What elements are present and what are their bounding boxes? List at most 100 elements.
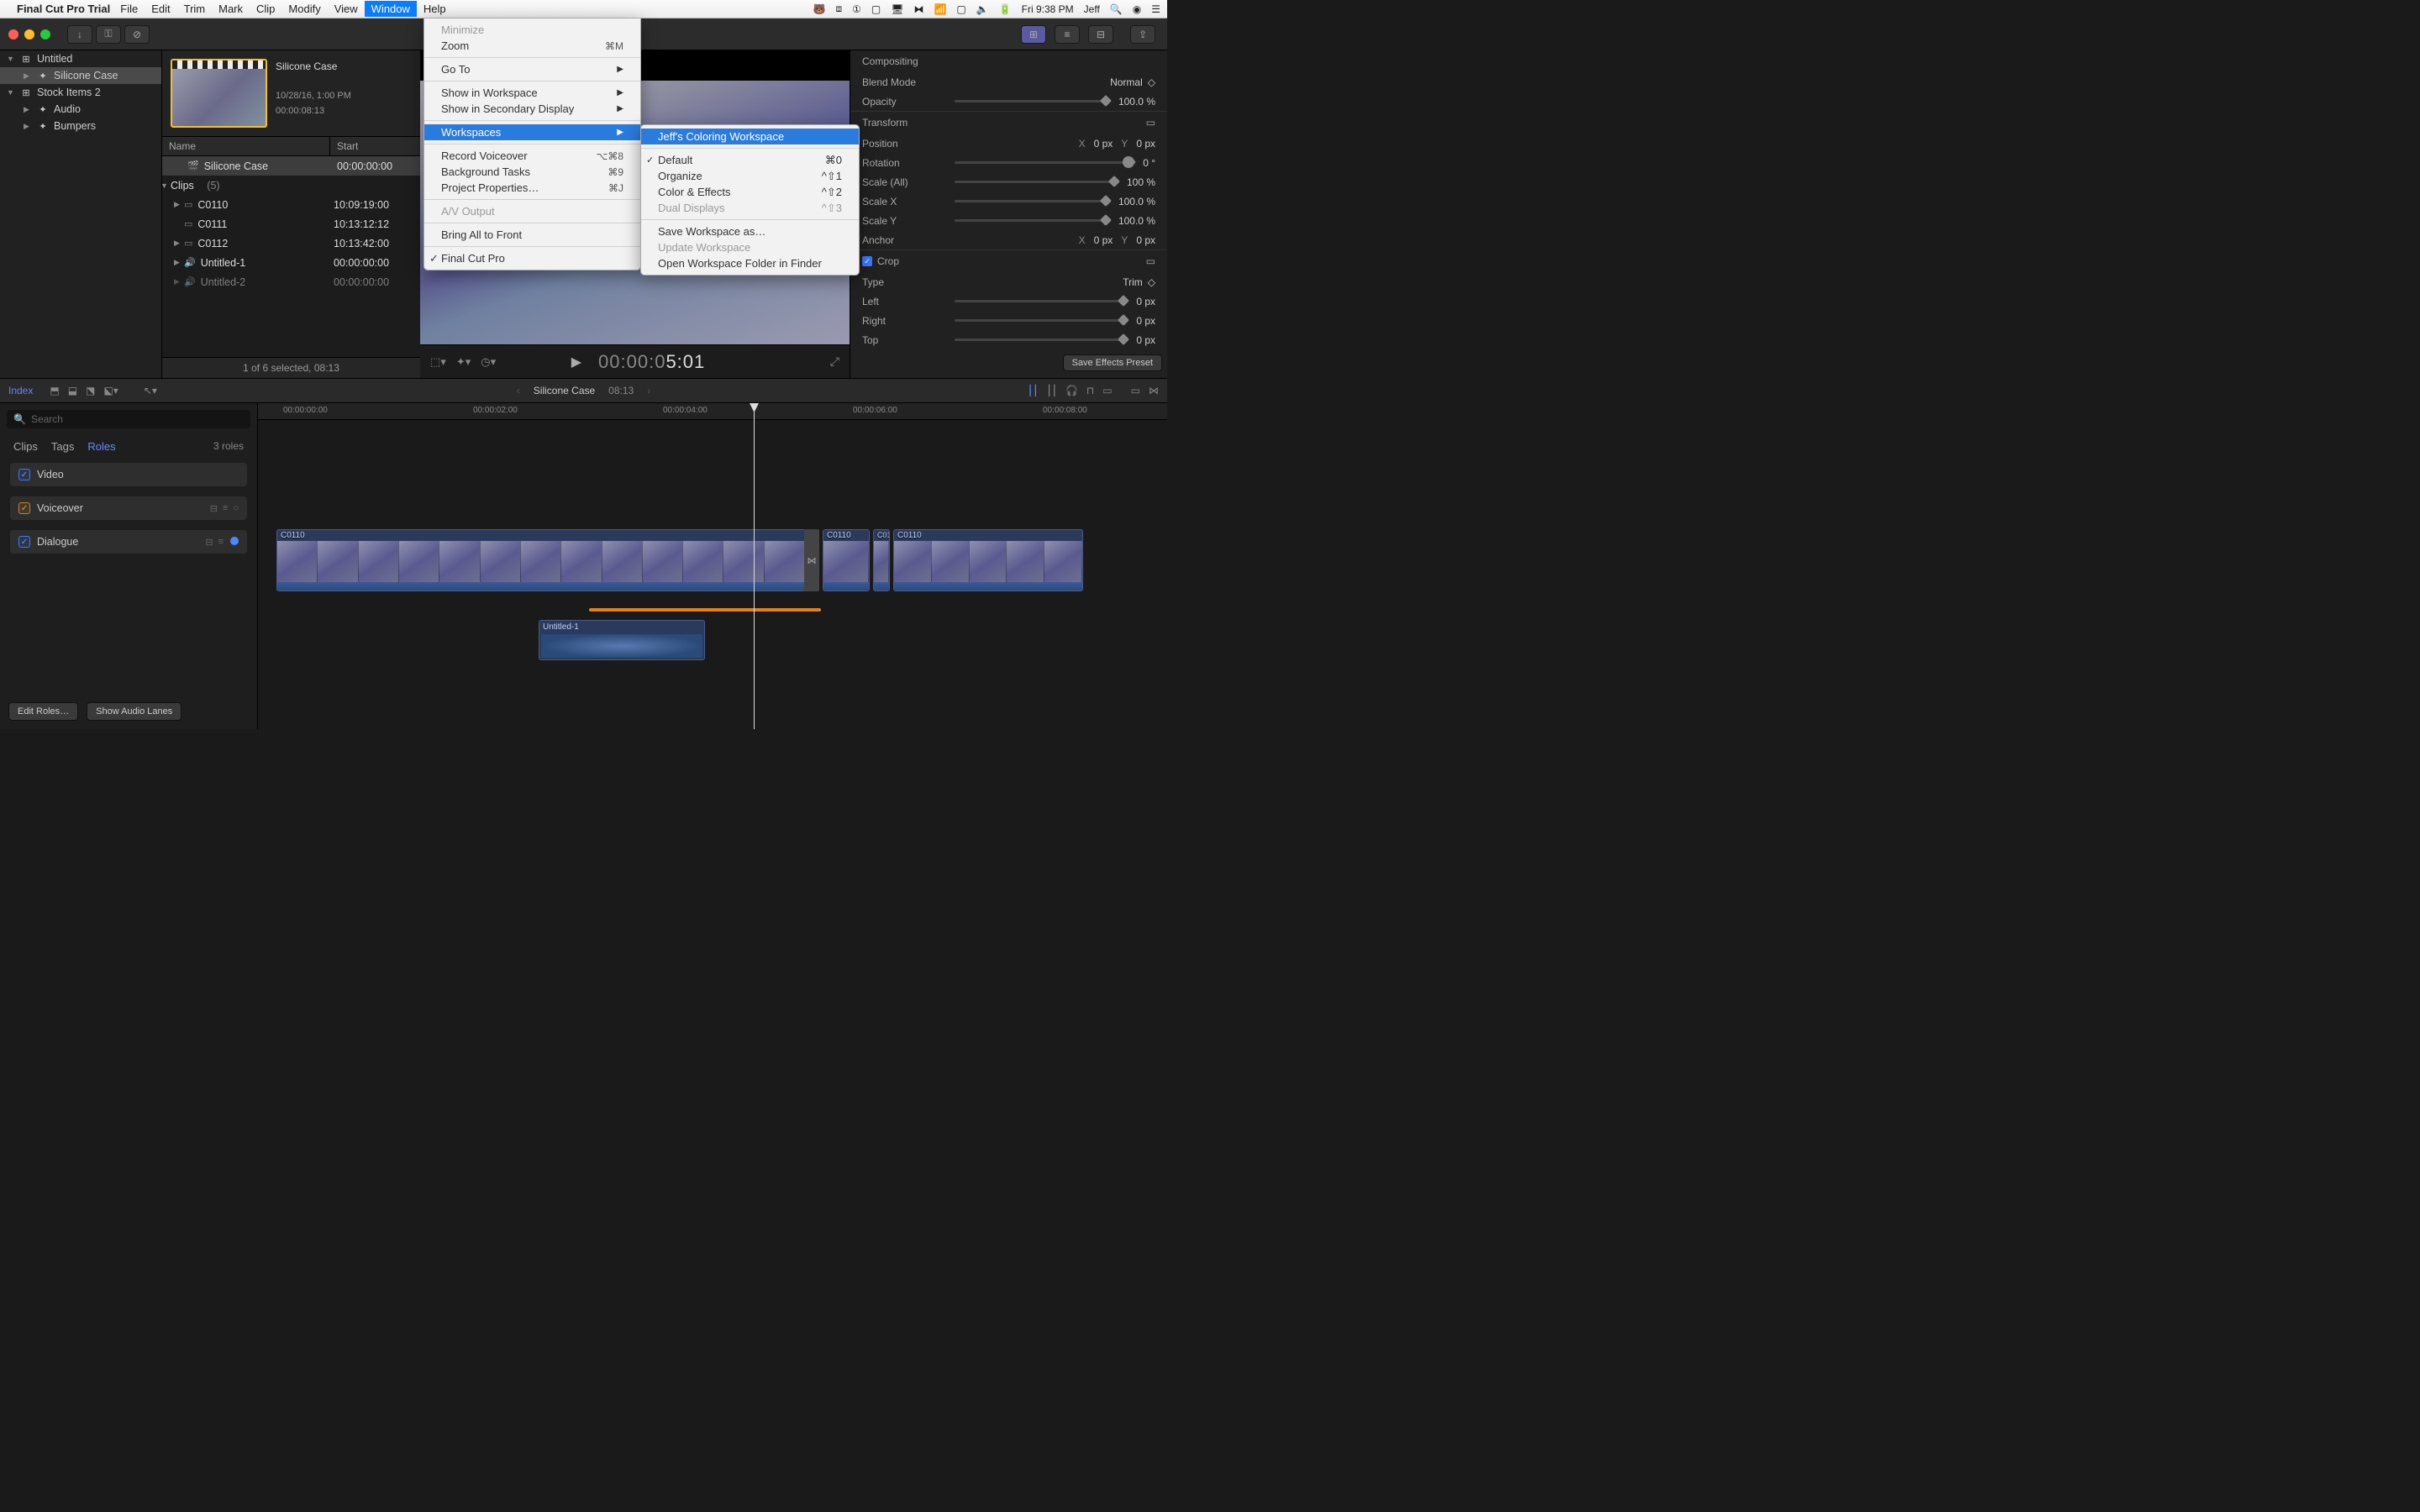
share-button[interactable]: ⇪ [1130, 25, 1155, 44]
fullscreen-viewer-icon[interactable]: ⤢ [830, 354, 839, 368]
dropdown-icon[interactable]: ◇ [1148, 76, 1155, 88]
crop-top-row[interactable]: Top0 px [850, 330, 1167, 349]
edit-roles-button[interactable]: Edit Roles… [8, 702, 78, 721]
bluetooth-icon[interactable]: ⧓ [913, 3, 923, 15]
effects-tool-icon[interactable]: ✦▾ [456, 355, 471, 369]
menu-background-tasks[interactable]: Background Tasks⌘9 [424, 164, 640, 180]
scale-y-row[interactable]: Scale Y100.0 % [850, 211, 1167, 230]
volume-icon[interactable]: 🔈 [976, 3, 989, 15]
browser-row-c0111[interactable]: ▭C011110:13:12:12 [162, 214, 420, 234]
insert-clip-icon[interactable]: ⬓ [68, 385, 77, 396]
timeline-clip-c0110[interactable]: C0110 [276, 529, 806, 591]
keyword-button[interactable]: ⚿ [96, 25, 121, 44]
role-expand-icon[interactable]: ≡ [223, 503, 228, 514]
append-clip-icon[interactable]: ⬔ [86, 385, 95, 396]
timeline[interactable]: 00:00:00:00 00:00:02:00 00:00:04:00 00:0… [258, 403, 1167, 729]
overwrite-clip-icon[interactable]: ⬕▾ [103, 385, 118, 396]
siri-icon[interactable]: ◉ [1133, 3, 1141, 15]
tab-roles[interactable]: Roles [87, 440, 115, 453]
menu-edit[interactable]: Edit [151, 3, 170, 15]
battery-icon[interactable]: 🔋 [999, 3, 1012, 15]
role-collapse-icon[interactable]: ⊟ [210, 503, 218, 514]
sidebar-item-stock-items[interactable]: ▼⊞Stock Items 2 [0, 84, 161, 101]
connect-clip-icon[interactable]: ⬒ [50, 385, 59, 396]
audio-skimming-icon[interactable]: ⎮⎮ [1046, 385, 1057, 396]
snapping-icon[interactable]: ⊓ [1086, 385, 1094, 396]
workspace-color-effects[interactable]: Color & Effects^⇧2 [641, 184, 859, 200]
menu-show-in-workspace[interactable]: Show in Workspace▶ [424, 85, 640, 101]
crop-left-row[interactable]: Left0 px [850, 291, 1167, 311]
opacity-row[interactable]: Opacity100.0 % [850, 92, 1167, 111]
role-checkbox[interactable]: ✓ [18, 469, 30, 480]
background-tasks-button[interactable]: ⊘ [124, 25, 150, 44]
role-checkbox[interactable]: ✓ [18, 502, 30, 514]
timeline-range-selection[interactable] [589, 608, 821, 612]
browser-row-untitled1[interactable]: ▶🔊Untitled-100:00:00:00 [162, 253, 420, 272]
role-focus-icon[interactable] [230, 537, 239, 545]
index-button[interactable]: Index [8, 385, 33, 396]
timeline-through-edit[interactable]: ⋈ [804, 529, 819, 591]
timeline-toggle-button[interactable]: ≡ [1055, 25, 1080, 44]
column-start[interactable]: Start [330, 137, 365, 155]
crop-show-icon[interactable]: ▭ [1146, 255, 1155, 267]
role-video[interactable]: ✓Video [10, 463, 247, 486]
clock[interactable]: Fri 9:38 PM [1022, 3, 1074, 15]
position-row[interactable]: PositionX0 pxY0 px [850, 134, 1167, 153]
tab-clips[interactable]: Clips [13, 440, 38, 453]
playhead[interactable] [754, 403, 755, 729]
dropdown-icon[interactable]: ◇ [1148, 276, 1155, 288]
airplay-icon[interactable]: ▢ [956, 3, 965, 15]
timeline-clip-c010[interactable]: C010… [873, 529, 890, 591]
app-name[interactable]: Final Cut Pro Trial [17, 3, 110, 15]
menu-zoom[interactable]: Zoom⌘M [424, 38, 640, 54]
crop-right-row[interactable]: Right0 px [850, 311, 1167, 330]
menu-project-properties[interactable]: Project Properties…⌘J [424, 180, 640, 196]
workspace-organize[interactable]: Organize^⇧1 [641, 168, 859, 184]
fullscreen-window-button[interactable] [40, 29, 50, 39]
bear-icon[interactable]: 🐻 [813, 3, 826, 15]
transitions-browser-icon[interactable]: ⋈ [1149, 385, 1159, 396]
camera-icon[interactable]: ▢ [871, 3, 881, 15]
sidebar-item-audio[interactable]: ▶✦Audio [0, 101, 161, 118]
menu-file[interactable]: File [120, 3, 138, 15]
viewer-timecode[interactable]: 00:00:05:01 [598, 351, 705, 373]
menu-help[interactable]: Help [424, 3, 446, 15]
menu-modify[interactable]: Modify [288, 3, 320, 15]
transform-show-icon[interactable]: ▭ [1146, 117, 1155, 129]
role-voiceover[interactable]: ✓Voiceover⊟≡○ [10, 496, 247, 520]
menu-window[interactable]: Window [365, 1, 417, 17]
menu-go-to[interactable]: Go To▶ [424, 61, 640, 77]
workspace-default[interactable]: ✓Default⌘0 [641, 152, 859, 168]
play-button[interactable]: ▶ [571, 354, 581, 370]
menu-clip[interactable]: Clip [256, 3, 275, 15]
menu-trim[interactable]: Trim [184, 3, 206, 15]
dropbox-icon[interactable]: ⧈ [835, 3, 842, 15]
role-checkbox[interactable]: ✓ [18, 536, 30, 548]
scale-x-row[interactable]: Scale X100.0 % [850, 192, 1167, 211]
sidebar-item-silicone-case[interactable]: ▶✦Silicone Case [0, 67, 161, 84]
blend-mode-row[interactable]: Blend ModeNormal ◇ [850, 72, 1167, 92]
crop-checkbox[interactable]: ✓ [862, 256, 872, 266]
effects-browser-icon[interactable]: ▭ [1131, 385, 1140, 396]
timeline-history-fwd[interactable]: › [647, 385, 650, 396]
clip-appearance-icon[interactable]: ▭ [1102, 385, 1112, 396]
timeline-audio-untitled1[interactable]: Untitled-1 [539, 620, 705, 660]
menu-mark[interactable]: Mark [218, 3, 243, 15]
workspace-open-folder[interactable]: Open Workspace Folder in Finder [641, 255, 859, 271]
import-button[interactable]: ↓ [67, 25, 92, 44]
timeline-ruler[interactable]: 00:00:00:00 00:00:02:00 00:00:04:00 00:0… [258, 403, 1167, 420]
browser-row-untitled2[interactable]: ▶🔊Untitled-200:00:00:00 [162, 272, 420, 291]
spotlight-icon[interactable]: 🔍 [1110, 3, 1123, 15]
solo-icon[interactable]: 🎧 [1065, 385, 1078, 396]
role-expand-icon[interactable]: ≡ [218, 537, 224, 548]
retime-tool-icon[interactable]: ◷▾ [481, 355, 496, 369]
crop-header[interactable]: ✓Crop▭ [850, 249, 1167, 272]
user-name[interactable]: Jeff [1084, 3, 1100, 15]
browser-row-silicone-case[interactable]: 🎬Silicone Case00:00:00:00 [162, 156, 420, 176]
browser-row-c0112[interactable]: ▶▭C011210:13:42:00 [162, 234, 420, 253]
menu-workspaces[interactable]: Workspaces▶ [424, 124, 640, 140]
index-search-input[interactable]: 🔍Search [7, 410, 250, 428]
menu-record-voiceover[interactable]: Record Voiceover⌥⌘8 [424, 148, 640, 164]
scale-all-row[interactable]: Scale (All)100 % [850, 172, 1167, 192]
role-focus-icon[interactable]: ○ [233, 503, 239, 514]
